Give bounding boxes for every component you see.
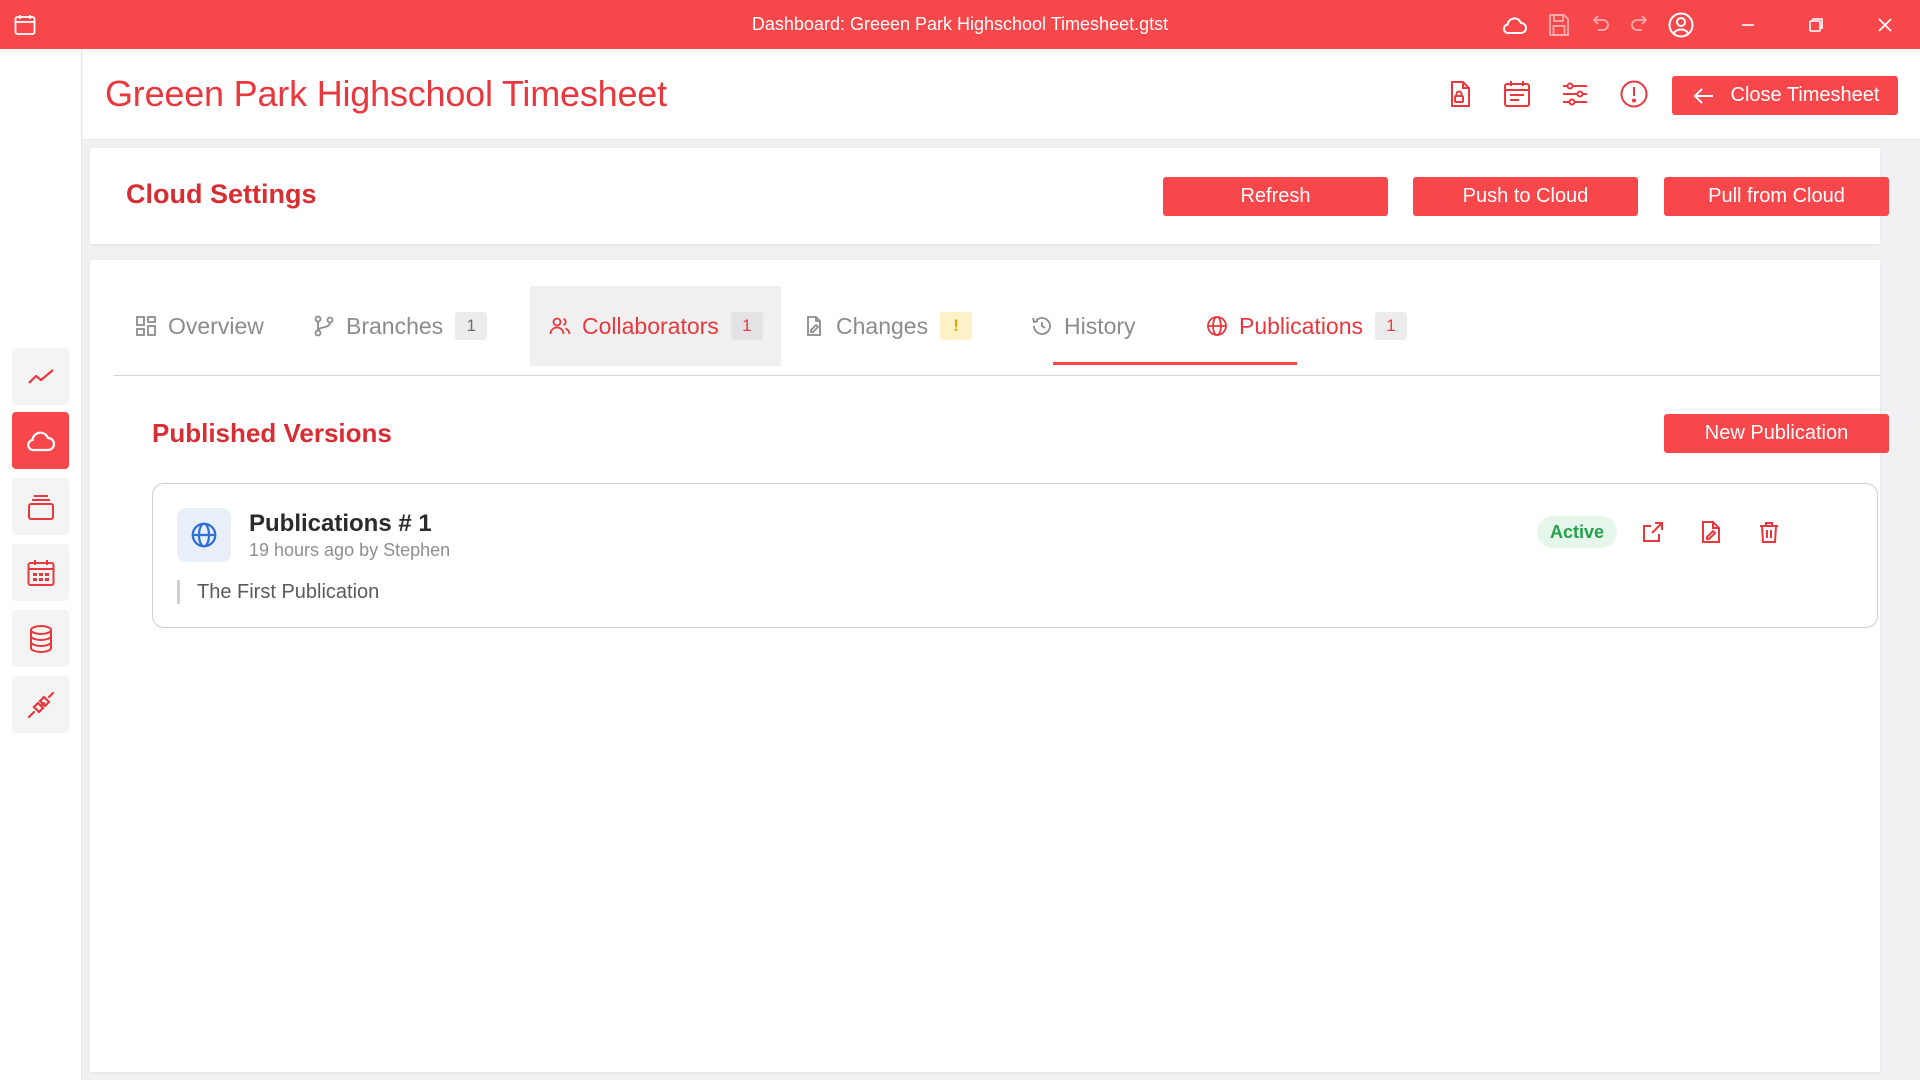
database-icon xyxy=(29,624,52,653)
undo-icon[interactable] xyxy=(1586,11,1614,39)
tab-label: Branches xyxy=(346,312,444,339)
publication-avatar xyxy=(177,508,231,562)
calendar-grid-icon xyxy=(27,559,54,586)
cloud-sync-icon[interactable] xyxy=(1501,11,1529,39)
alert-circle-icon[interactable] xyxy=(1618,78,1650,110)
status-badge: Active xyxy=(1537,516,1617,548)
tab-label: Publications xyxy=(1239,312,1364,339)
rail-item-cloud[interactable] xyxy=(12,412,69,469)
tab-label: History xyxy=(1064,312,1136,339)
plug-connect-icon xyxy=(27,691,54,718)
history-clock-icon xyxy=(1032,317,1051,335)
users-icon xyxy=(549,317,571,335)
tab-overview[interactable]: Overview xyxy=(122,286,276,366)
close-timesheet-button[interactable]: Close Timesheet xyxy=(1672,76,1898,115)
save-icon[interactable] xyxy=(1545,11,1573,39)
globe-icon xyxy=(1207,316,1227,336)
refresh-button[interactable]: Refresh xyxy=(1163,177,1388,216)
minimize-icon[interactable] xyxy=(1734,11,1762,39)
pull-from-cloud-button[interactable]: Pull from Cloud xyxy=(1664,177,1889,216)
tab-collaborators[interactable]: Collaborators 1 xyxy=(530,286,781,366)
restore-icon[interactable] xyxy=(1802,11,1830,39)
left-rail xyxy=(0,49,82,1080)
tab-label: Overview xyxy=(168,312,264,339)
stacked-layers-icon xyxy=(27,494,54,520)
cloud-settings-title: Cloud Settings xyxy=(126,179,317,209)
cloud-icon xyxy=(26,431,55,451)
grid-dashboard-icon xyxy=(136,316,156,336)
close-window-icon[interactable] xyxy=(1871,11,1899,39)
file-edit-icon[interactable] xyxy=(1697,518,1725,546)
rail-item-layers[interactable] xyxy=(12,478,69,535)
tab-label: Changes xyxy=(836,312,929,339)
publication-name: Publications # 1 xyxy=(249,510,432,537)
rail-item-database[interactable] xyxy=(12,610,69,667)
sliders-settings-icon[interactable] xyxy=(1559,78,1591,110)
publication-description: The First Publication xyxy=(177,580,379,604)
title-bar: Dashboard: Greeen Park Highschool Timesh… xyxy=(0,0,1920,49)
rail-item-calendar[interactable] xyxy=(12,544,69,601)
file-edit-icon xyxy=(807,316,821,336)
new-publication-button[interactable]: New Publication xyxy=(1664,414,1889,453)
main-panel: Overview Branches 1 Collaborators 1 Chan… xyxy=(90,260,1889,1072)
tab-publications[interactable]: Publications 1 xyxy=(1193,286,1419,366)
tab-count-badge: 1 xyxy=(730,312,763,340)
rail-item-analytics[interactable] xyxy=(12,348,69,405)
user-account-icon[interactable] xyxy=(1667,11,1695,39)
tab-history[interactable]: History xyxy=(1018,286,1148,366)
arrow-left-icon xyxy=(1693,87,1713,104)
push-to-cloud-button[interactable]: Push to Cloud xyxy=(1413,177,1638,216)
external-link-icon[interactable] xyxy=(1639,518,1667,546)
rail-item-integrations[interactable] xyxy=(12,676,69,733)
tab-changes[interactable]: Changes ! xyxy=(790,286,984,366)
tab-warning-badge: ! xyxy=(940,312,973,340)
calendar-event-icon[interactable] xyxy=(1501,78,1533,110)
page-header: Greeen Park Highschool Timesheet Close T… xyxy=(83,49,1920,140)
published-versions-title: Published Versions xyxy=(152,418,392,448)
publication-meta: 19 hours ago by Stephen xyxy=(249,540,451,560)
tab-count-badge: 1 xyxy=(455,312,488,340)
globe-icon xyxy=(191,522,217,548)
cloud-settings-card: Cloud Settings Refresh Push to Cloud Pul… xyxy=(90,148,1889,244)
active-tab-indicator xyxy=(1053,362,1297,365)
tab-count-badge: 1 xyxy=(1375,312,1408,340)
tab-branches[interactable]: Branches 1 xyxy=(300,286,499,366)
git-branch-icon xyxy=(314,315,334,337)
tab-bar: Overview Branches 1 Collaborators 1 Chan… xyxy=(114,286,1880,376)
trash-icon[interactable] xyxy=(1755,518,1783,546)
tab-label: Collaborators xyxy=(582,312,719,339)
trend-chart-icon xyxy=(27,368,54,384)
redo-icon[interactable] xyxy=(1626,11,1654,39)
close-timesheet-label: Close Timesheet xyxy=(1730,84,1880,106)
publication-card: Publications # 1 19 hours ago by Stephen… xyxy=(152,483,1878,628)
page-title: Greeen Park Highschool Timesheet xyxy=(105,73,667,114)
file-lock-icon[interactable] xyxy=(1444,78,1476,110)
